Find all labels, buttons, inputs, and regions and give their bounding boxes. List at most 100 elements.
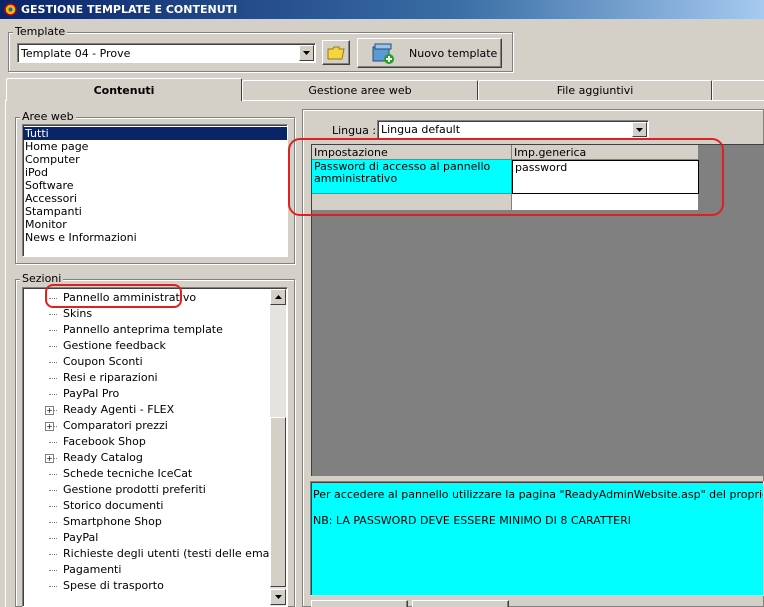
sezioni-tree-item-label: Smartphone Shop <box>63 515 162 528</box>
expand-icon[interactable]: + <box>45 454 54 463</box>
scroll-up-button[interactable] <box>270 289 286 305</box>
sezioni-scrollbar[interactable] <box>270 289 286 606</box>
arrow-down-icon <box>274 595 282 599</box>
tree-connector <box>49 442 57 443</box>
annotation-section-highlight <box>45 284 182 308</box>
aree-web-item[interactable]: News e Informazioni <box>23 231 287 244</box>
aree-web-item[interactable]: Tutti <box>23 127 287 140</box>
aree-web-item[interactable]: Home page <box>23 140 287 153</box>
tree-connector <box>49 330 57 331</box>
sezioni-tree-item[interactable]: Richieste degli utenti (testi delle emai… <box>23 546 280 562</box>
sezioni-tree-item-label: PayPal <box>63 531 99 544</box>
expand-icon[interactable]: + <box>45 422 54 431</box>
scroll-thumb[interactable] <box>270 417 286 587</box>
sezioni-tree-item[interactable]: Pannello anteprima template <box>23 322 271 338</box>
tab-contenuti[interactable]: Contenuti <box>6 78 242 101</box>
sezioni-tree-item-label: Pagamenti <box>63 563 122 576</box>
tree-connector <box>49 570 57 571</box>
tree-connector <box>49 490 57 491</box>
sezioni-tree-item[interactable]: Storico documenti <box>23 498 271 514</box>
sezioni-tree-item[interactable]: Gestione feedback <box>23 338 271 354</box>
aree-web-item[interactable]: Accessori <box>23 192 287 205</box>
aree-web-label: Aree web <box>20 110 76 123</box>
aree-web-item[interactable]: iPod <box>23 166 287 179</box>
sezioni-tree-item-label: Skins <box>63 307 93 320</box>
chevron-down-icon <box>636 127 643 132</box>
sezioni-tree-item[interactable]: Spese di trasporto <box>23 578 271 594</box>
sezioni-tree-item[interactable]: PayPal <box>23 530 271 546</box>
lingua-dropdown-button[interactable] <box>632 122 647 137</box>
aree-web-item[interactable]: Software <box>23 179 287 192</box>
sezioni-tree-item-label: Gestione prodotti preferiti <box>63 483 206 496</box>
aree-web-item[interactable]: Monitor <box>23 218 287 231</box>
tree-connector <box>49 522 57 523</box>
aree-web-item[interactable]: Computer <box>23 153 287 166</box>
sezioni-tree-item[interactable]: Coupon Sconti <box>23 354 271 370</box>
template-select-value: Template 04 - Prove <box>21 47 131 60</box>
tree-connector <box>49 506 57 507</box>
sezioni-tree-item[interactable]: + Comparatori prezzi <box>23 418 271 434</box>
sezioni-tree-item-label: Ready Agenti - FLEX <box>63 403 175 416</box>
sezioni-tree-item-label: Gestione feedback <box>63 339 166 352</box>
window-title: GESTIONE TEMPLATE E CONTENUTI <box>21 3 238 16</box>
sezioni-tree-item-label: Coupon Sconti <box>63 355 143 368</box>
sezioni-tree-item[interactable]: Resi e riparazioni <box>23 370 271 386</box>
sezioni-tree-item[interactable]: Facebook Shop <box>23 434 271 450</box>
sezioni-tree-item-label: Schede tecniche IceCat <box>63 467 193 480</box>
sezioni-tree-item[interactable]: + Ready Agenti - FLEX <box>23 402 271 418</box>
sezioni-tree-item-label: PayPal Pro <box>63 387 120 400</box>
tree-connector <box>49 554 57 555</box>
sezioni-tree-item[interactable]: + Ready Catalog <box>23 450 271 466</box>
sezioni-tree-item[interactable]: Gestione prodotti preferiti <box>23 482 271 498</box>
tree-connector <box>49 346 57 347</box>
open-template-button[interactable] <box>322 40 350 65</box>
sezioni-tree-item[interactable]: Smartphone Shop <box>23 514 271 530</box>
sezioni-tree-item[interactable]: Schede tecniche IceCat <box>23 466 271 482</box>
sezioni-tree-item-label: Spese di trasporto <box>63 579 164 592</box>
sezioni-tree-item-label: Richieste degli utenti (testi delle emai… <box>63 547 280 560</box>
lingua-select[interactable]: Lingua default <box>377 120 649 139</box>
tab-file-aggiuntivi[interactable]: File aggiuntivi <box>478 80 712 100</box>
lingua-label: Lingua : <box>332 124 377 137</box>
sezioni-tree[interactable]: Pannello amministrativo Skins Pannello ant… <box>22 287 288 607</box>
tree-connector <box>49 394 57 395</box>
sezioni-tree-item[interactable]: Skins <box>23 306 271 322</box>
app-icon <box>4 3 17 16</box>
expand-icon[interactable]: + <box>45 406 54 415</box>
description-line-1: Per accedere al pannello utilizzare la p… <box>313 488 763 501</box>
new-template-icon <box>372 43 394 64</box>
tree-connector <box>49 586 57 587</box>
template-dropdown-button[interactable] <box>299 45 314 61</box>
sezioni-tree-item-label: Storico documenti <box>63 499 164 512</box>
template-select[interactable]: Template 04 - Prove <box>17 43 316 63</box>
bottom-button-2[interactable] <box>412 600 509 607</box>
sezioni-tree-item[interactable]: Pagamenti <box>23 562 271 578</box>
tree-connector <box>49 314 57 315</box>
tree-connector <box>49 474 57 475</box>
sezioni-tree-item[interactable]: PayPal Pro <box>23 386 271 402</box>
bottom-button-1[interactable] <box>311 600 408 607</box>
chevron-down-icon <box>303 51 310 55</box>
tab-gestione-aree-web-label: Gestione aree web <box>308 84 412 97</box>
description-box[interactable]: Per accedere al pannello utilizzare la p… <box>310 481 764 596</box>
new-template-button[interactable]: Nuovo template <box>357 38 502 68</box>
tree-connector <box>49 538 57 539</box>
sezioni-tree-item-label: Facebook Shop <box>63 435 146 448</box>
folder-icon <box>327 46 345 59</box>
description-line-2: NB: LA PASSWORD DEVE ESSERE MINIMO DI 8 … <box>313 514 632 527</box>
new-template-label: Nuovo template <box>409 46 498 60</box>
lingua-select-value: Lingua default <box>381 123 461 136</box>
sezioni-tree-item-label: Pannello anteprima template <box>63 323 223 336</box>
template-group-label: Template <box>13 25 68 38</box>
aree-web-list[interactable]: Tutti Home page Computer iPod Software Access… <box>22 124 288 257</box>
aree-web-item[interactable]: Stampanti <box>23 205 287 218</box>
tab-gestione-aree-web[interactable]: Gestione aree web <box>242 80 478 100</box>
scroll-down-button[interactable] <box>270 589 286 605</box>
tab-file-aggiuntivi-label: File aggiuntivi <box>556 84 634 97</box>
arrow-up-icon <box>274 295 282 299</box>
tab-contenuti-label: Contenuti <box>93 83 155 97</box>
tab-more[interactable] <box>712 80 764 100</box>
sezioni-tree-item-label: Comparatori prezzi <box>63 419 168 432</box>
tree-connector <box>49 378 57 379</box>
annotation-grid-highlight <box>288 138 724 216</box>
